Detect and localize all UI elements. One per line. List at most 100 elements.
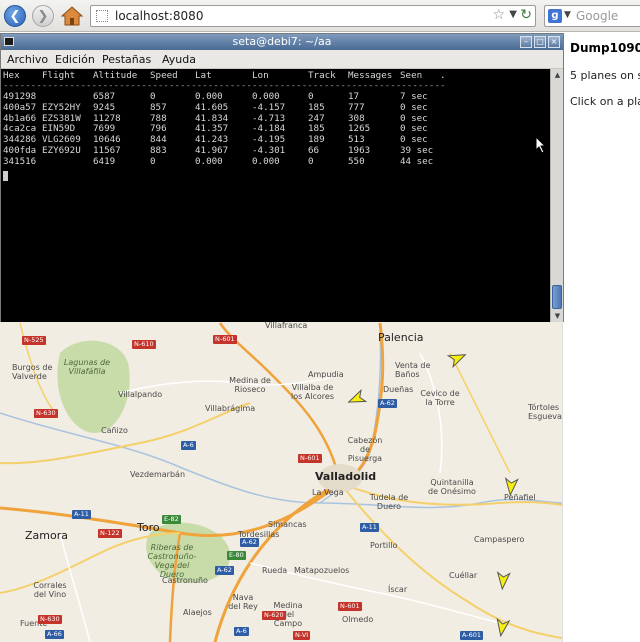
star-icon[interactable]: ☆ [492, 7, 505, 23]
browser-toolbar: ❮ ❯ localhost:8080 ☆ ▼ ↻ g ▼ Google [0, 0, 640, 32]
home-button[interactable] [60, 4, 84, 28]
road-shield: N-601 [298, 454, 322, 463]
text-cursor [3, 171, 8, 181]
table-cell: 400fda [3, 145, 37, 156]
park-label: Lagunas de Villafáfila [63, 358, 111, 376]
address-bar[interactable]: localhost:8080 ☆ ▼ ↻ [90, 5, 536, 27]
table-cell: 189 [308, 134, 325, 146]
city-label: Matapozuelos [294, 566, 350, 575]
table-cell: -4.157 [252, 101, 286, 113]
table-cell: 0 sec [400, 112, 428, 124]
table-cell: 39 sec [400, 145, 434, 156]
table-cell: 185 [308, 101, 325, 113]
search-input[interactable]: Google [576, 9, 618, 23]
city-label: Burgos de Valverde [12, 363, 53, 381]
search-bar[interactable]: g ▼ Google [544, 5, 640, 27]
chevron-down-icon[interactable]: ▼ [564, 10, 571, 20]
planes-count: 5 planes on sc [570, 69, 640, 82]
table-cell: 0.000 [252, 91, 280, 102]
city-label: Dueñas [383, 385, 414, 394]
hint-text: Click on a plan [570, 95, 640, 108]
table-cell: 7 sec [400, 91, 428, 102]
city-label: Medina de Rioseco [229, 376, 271, 394]
road-shield: N-620 [262, 611, 286, 620]
road-shield: A-601 [460, 631, 484, 640]
city-label: Villalpando [118, 390, 163, 399]
road-shield: N-525 [22, 336, 46, 345]
table-cell: -4.184 [252, 123, 286, 135]
city-label: Villabrágima [205, 404, 256, 413]
search-engine-icon[interactable]: g [548, 9, 562, 23]
table-cell: 0.000 [252, 155, 280, 167]
city-label: Quintanilla de Onésimo [428, 478, 476, 496]
page-title: Dump1090 [570, 41, 640, 55]
road-shield: A-11 [360, 523, 379, 532]
city-label: Rueda [262, 566, 288, 575]
terminal-screen[interactable]: Hex Flight Altitude Speed Lat Lon Track Message… [1, 69, 550, 322]
table-cell: EZY52HY [42, 101, 81, 113]
table-cell: 9245 [93, 101, 116, 113]
city-label: Villafranca [265, 321, 308, 330]
plane-marker-icon[interactable] [446, 349, 467, 369]
road-shield: N-610 [132, 340, 156, 349]
road-shield: A-6 [234, 627, 249, 636]
table-cell: 185 [308, 123, 325, 135]
table-cell: 400a57 [3, 101, 37, 113]
city-label: Nava del Rey [228, 593, 258, 611]
home-icon [60, 6, 84, 26]
park-area [57, 340, 130, 433]
table-cell: 6419 [93, 155, 116, 167]
table-cell: 0 sec [400, 134, 428, 146]
road-shield: N-630 [38, 615, 62, 624]
city-label: Vezdemarbán [130, 470, 186, 479]
menu-edicion[interactable]: Edición [55, 53, 95, 66]
table-cell: 1963 [348, 145, 371, 156]
city-label: Villalba de los Alcores [290, 383, 335, 401]
table-cell: 0 sec [400, 101, 428, 113]
plane-marker-icon[interactable] [346, 388, 368, 407]
table-cell: EZS381W [42, 112, 81, 124]
forward-button[interactable]: ❯ [32, 5, 54, 27]
back-button[interactable]: ❮ [4, 5, 26, 27]
city-label: Íscar [388, 585, 408, 594]
table-cell: 341516 [3, 155, 37, 167]
table-cell: 0.000 [195, 155, 223, 167]
menu-ayuda[interactable]: Ayuda [162, 53, 196, 66]
road-shield: A-66 [45, 630, 64, 639]
menu-pestanas[interactable]: Pestañas [102, 53, 151, 66]
plane-marker-icon[interactable] [496, 571, 511, 591]
city-label: Palencia [378, 331, 424, 344]
table-cell: 0 [150, 155, 156, 167]
chevron-up-icon[interactable]: ▲ [553, 71, 562, 79]
road-shield: A-6 [181, 441, 196, 450]
chevron-down-icon[interactable]: ▼ [509, 9, 517, 20]
close-button[interactable]: × [548, 36, 560, 48]
table-cell: 11567 [93, 145, 121, 156]
screen: ❮ ❯ localhost:8080 ☆ ▼ ↻ g ▼ Google Vill… [0, 0, 640, 642]
table-cell: 491298 [3, 91, 37, 102]
menu-archivo[interactable]: Archivo [7, 53, 48, 66]
scrollbar[interactable]: ▲ ▼ [550, 69, 563, 322]
table-cell: VLG2609 [42, 134, 81, 146]
highway [218, 322, 342, 484]
minimize-button[interactable]: – [520, 36, 532, 48]
city-label: Castronuño [162, 576, 208, 585]
table-cell: 550 [348, 155, 365, 167]
maximize-button[interactable]: □ [534, 36, 546, 48]
table-cell: 308 [348, 112, 365, 124]
city-label: La Vega [312, 488, 344, 497]
city-label: Corrales del Vino [33, 581, 67, 599]
chevron-down-icon[interactable]: ▼ [553, 312, 562, 320]
terminal-window[interactable]: seta@debi7: ~/aa – □ × Archivo Edición P… [0, 33, 564, 322]
road-shield: N-601 [338, 602, 362, 611]
scroll-thumb[interactable] [552, 285, 562, 309]
city-label: Cañizo [101, 426, 128, 435]
city-label: Alaejos [183, 608, 212, 617]
table-cell: 41.967 [195, 145, 229, 156]
reload-icon[interactable]: ↻ [520, 7, 532, 23]
table-cell: 10646 [93, 134, 121, 146]
url-text[interactable]: localhost:8080 [115, 9, 203, 23]
arrow-left-icon: ❮ [9, 8, 21, 24]
table-cell: 1265 [348, 123, 371, 135]
terminal-titlebar[interactable]: seta@debi7: ~/aa – □ × [1, 34, 563, 50]
